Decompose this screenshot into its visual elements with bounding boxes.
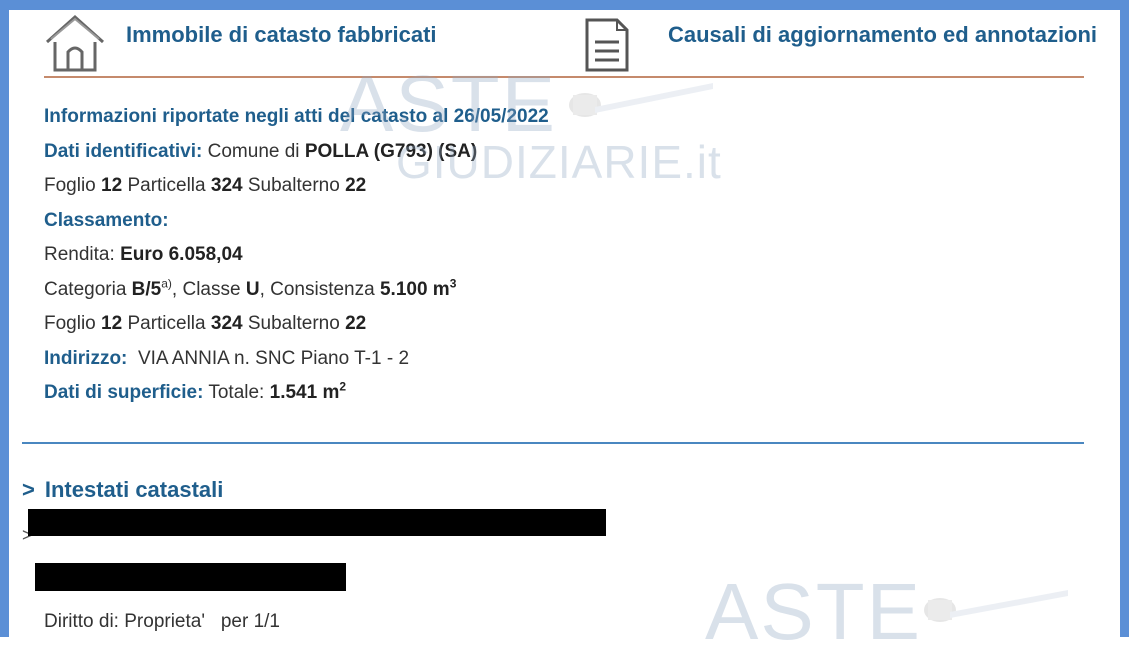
foglio-value: 12: [101, 313, 123, 334]
categoria-line: Categoria B/5a), Classe U, Consistenza 5…: [44, 273, 549, 308]
superficie-exponent: 2: [339, 379, 347, 394]
foglio-value: 12: [101, 175, 123, 196]
chevron-right-icon: >: [22, 477, 35, 502]
subalterno-value: 22: [345, 313, 367, 334]
consistenza-exponent: 3: [449, 276, 457, 291]
foglio-label: Foglio: [44, 313, 96, 334]
foglio-label: Foglio: [44, 175, 96, 196]
gavel-icon: [924, 590, 1068, 622]
subalterno-value: 22: [345, 175, 367, 196]
intestati-catastali-title: Intestati catastali: [44, 477, 224, 502]
categoria-note: a): [161, 276, 172, 291]
redacted-owner-name: [28, 509, 606, 536]
diritto-line: Diritto di: Proprieta' per 1/1: [44, 611, 280, 633]
diritto-label: Diritto di:: [44, 611, 119, 632]
subalterno-label: Subalterno: [247, 175, 340, 196]
foglio-line-2: Foglio 12 Particella 324 Subalterno 22: [44, 307, 549, 342]
superficie-label: Dati di superficie:: [44, 382, 204, 403]
diritto-value: Proprieta': [124, 611, 205, 632]
redacted-owner-detail: [35, 563, 346, 591]
house-icon: [46, 14, 104, 72]
superficie-totale-label: Totale:: [208, 382, 265, 403]
particella-value: 324: [210, 175, 243, 196]
categoria-value: B/5: [131, 278, 162, 300]
header-divider: [44, 76, 1084, 78]
window-frame-top: [0, 0, 1129, 10]
window-frame-right: [1120, 0, 1129, 637]
rendita-label: Rendita:: [44, 244, 115, 265]
info-heading: Informazioni riportate negli atti del ca…: [44, 106, 549, 127]
comune-value: POLLA (G793) (SA): [304, 140, 478, 162]
gavel-icon: [569, 83, 713, 117]
superficie-value: 1.541 m: [269, 382, 340, 403]
classamento-line: Classamento:: [44, 204, 549, 239]
rendita-value: Euro 6.058,04: [120, 244, 243, 265]
consistenza-label: , Consistenza: [259, 278, 375, 300]
indirizzo-line: Indirizzo: VIA ANNIA n. SNC Piano T-1 - …: [44, 342, 549, 377]
header: Immobile di catasto fabbricati Causali d…: [0, 10, 1129, 76]
intestati-catastali-toggle[interactable]: > Intestati catastali: [22, 477, 223, 503]
indirizzo-label: Indirizzo:: [44, 347, 128, 369]
classe-value: U: [245, 278, 260, 300]
dati-identificativi-label: Dati identificativi:: [44, 140, 203, 162]
info-heading-line: Informazioni riportate negli atti del ca…: [44, 100, 549, 135]
comune-prefix: Comune di: [207, 140, 300, 162]
watermark-logo: ASTE: [705, 567, 922, 656]
tab-immobile[interactable]: Immobile di catasto fabbricati: [126, 22, 437, 48]
particella-label: Particella: [127, 175, 206, 196]
indirizzo-value: VIA ANNIA n. SNC Piano T-1 - 2: [137, 347, 410, 369]
classamento-label: Classamento:: [44, 209, 169, 231]
subalterno-label: Subalterno: [247, 313, 340, 334]
tab-causali[interactable]: Causali di aggiornamento ed annotazioni: [668, 22, 1097, 48]
foglio-line-1: Foglio 12 Particella 324 Subalterno 22: [44, 169, 549, 204]
classe-label: , Classe: [171, 278, 241, 300]
consistenza-value: 5.100 m: [379, 278, 450, 300]
rendita-line: Rendita: Euro 6.058,04: [44, 238, 549, 273]
section-divider: [22, 442, 1084, 444]
window-frame-left: [0, 0, 9, 637]
quota-value: per 1/1: [220, 611, 280, 632]
categoria-label: Categoria: [44, 278, 127, 300]
dati-identificativi-line: Dati identificativi: Comune di POLLA (G7…: [44, 135, 549, 170]
particella-label: Particella: [127, 313, 206, 334]
particella-value: 324: [210, 313, 243, 334]
info-section: Informazioni riportate negli atti del ca…: [44, 100, 549, 411]
superficie-line: Dati di superficie: Totale: 1.541 m2: [44, 376, 549, 411]
document-icon: [585, 18, 629, 72]
